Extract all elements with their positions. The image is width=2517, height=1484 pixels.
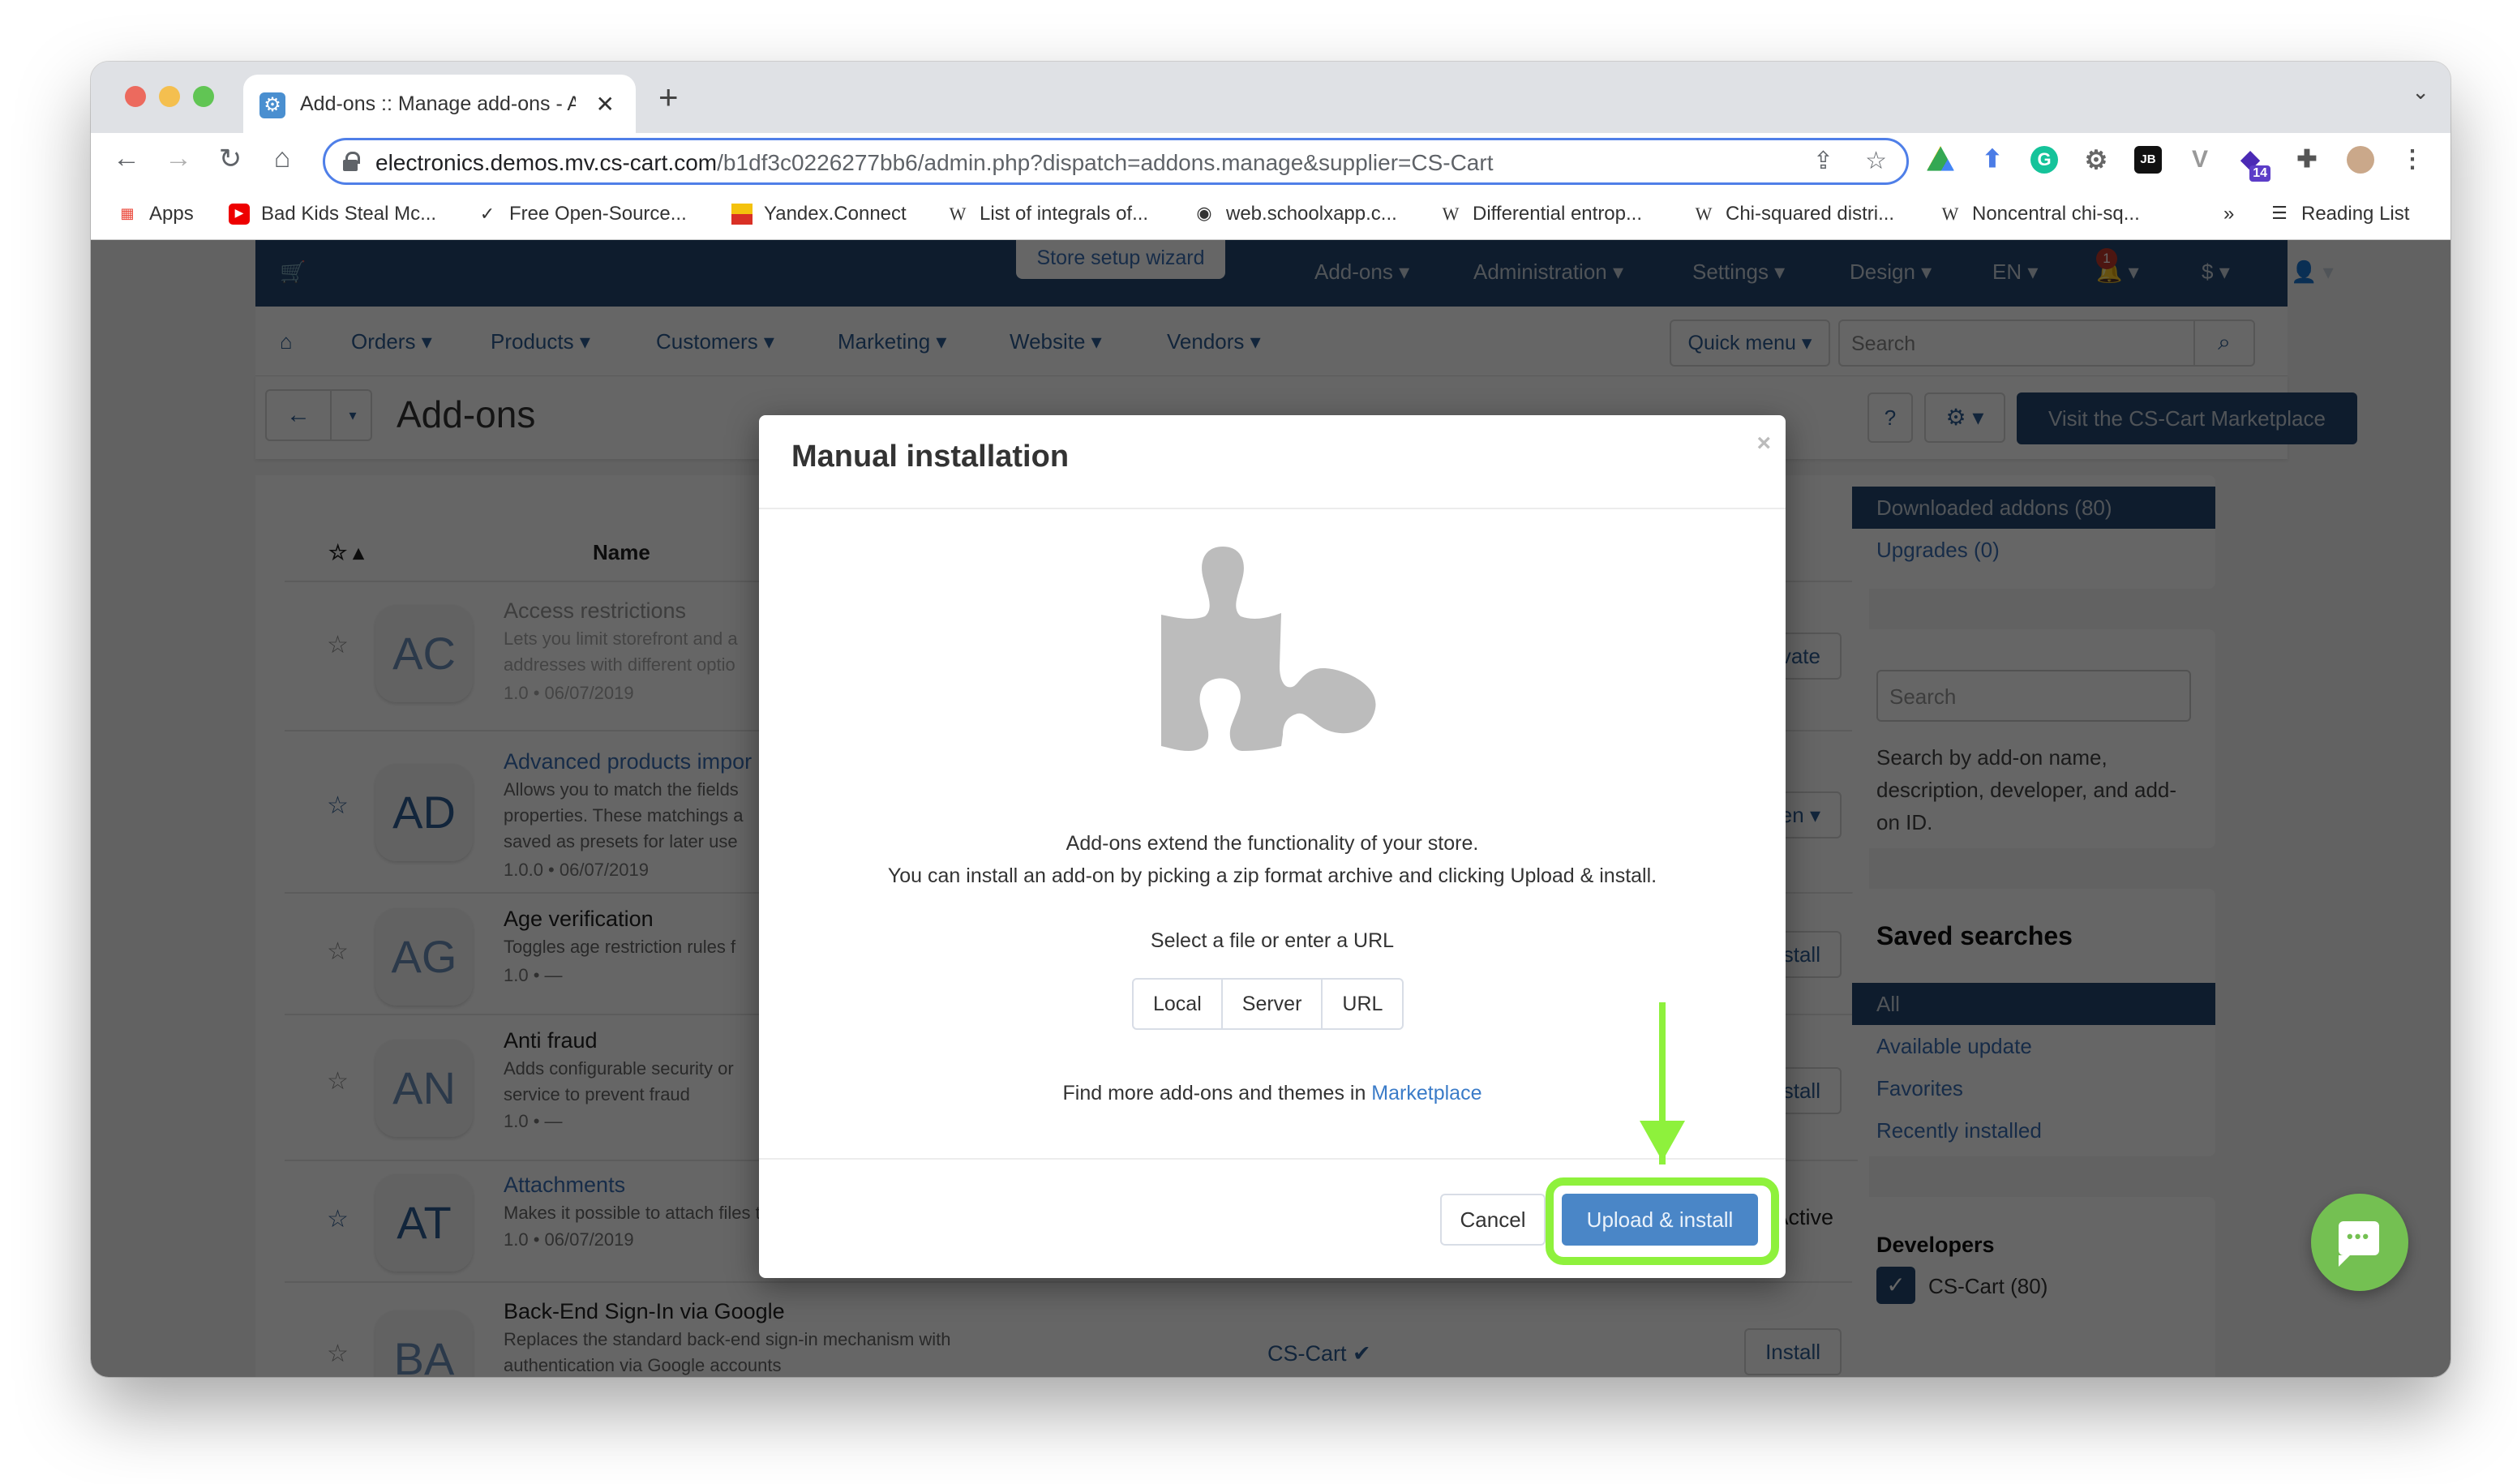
extensions-puzzle-icon[interactable]: ✚ bbox=[2293, 146, 2321, 174]
google-drive-icon[interactable] bbox=[1927, 146, 1954, 171]
puzzle-piece-icon bbox=[1161, 547, 1376, 751]
grammarly-icon[interactable]: G bbox=[2030, 146, 2058, 174]
bookmark-label: Apps bbox=[149, 203, 194, 225]
source-selector: Local Server URL bbox=[1132, 978, 1404, 1030]
tab-title: Add-ons :: Manage add-ons - A bbox=[300, 92, 576, 115]
bookmark-label: Free Open-Source... bbox=[509, 203, 687, 225]
find-more-label: Find more add-ons and themes in bbox=[1062, 1082, 1372, 1104]
jetbrains-icon[interactable]: JB bbox=[2134, 146, 2162, 174]
url-text[interactable]: electronics.demos.mv.cs-cart.com/b1df3c0… bbox=[375, 150, 1494, 176]
bookmark-label: web.schoolxapp.c... bbox=[1226, 203, 1397, 225]
reload-icon[interactable]: ↻ bbox=[212, 143, 248, 175]
bookmark-label: Differential entrop... bbox=[1473, 203, 1643, 225]
annotation-arrow-down-icon bbox=[1640, 1121, 1685, 1161]
dialog-footer-divider bbox=[759, 1158, 1786, 1160]
youtube-icon: ▶ bbox=[229, 204, 250, 225]
close-window-button[interactable] bbox=[125, 86, 146, 107]
address-bar[interactable]: electronics.demos.mv.cs-cart.com/b1df3c0… bbox=[323, 138, 1909, 185]
reading-list-icon: ☰ bbox=[2271, 204, 2288, 224]
chat-button[interactable]: ••• bbox=[2311, 1194, 2408, 1291]
chat-dots-icon: ••• bbox=[2347, 1226, 2371, 1246]
lock-icon bbox=[343, 152, 360, 171]
bookmarks-overflow-button[interactable]: » bbox=[2223, 203, 2234, 225]
bookmark-label: Yandex.Connect bbox=[764, 203, 907, 225]
dialog-divider bbox=[759, 508, 1786, 509]
apps-grid-icon: ▦ bbox=[120, 205, 135, 222]
browser-window: ⚙ Add-ons :: Manage add-ons - A ✕ + ⌄ ← … bbox=[91, 62, 2451, 1377]
cancel-button[interactable]: Cancel bbox=[1440, 1194, 1546, 1246]
bookmark-item[interactable]: W Differential entrop... bbox=[1440, 203, 1642, 225]
wikipedia-icon: W bbox=[949, 204, 967, 224]
close-tab-icon[interactable]: ✕ bbox=[596, 91, 615, 118]
wikipedia-icon: W bbox=[1442, 204, 1460, 224]
extension-arrow-icon[interactable]: ⬆ bbox=[1979, 146, 2006, 174]
yandex-icon bbox=[731, 204, 753, 225]
browser-tab[interactable]: ⚙ Add-ons :: Manage add-ons - A ✕ bbox=[243, 75, 636, 133]
upload-install-button[interactable]: Upload & install bbox=[1562, 1194, 1758, 1246]
bookmark-item[interactable]: Yandex.Connect bbox=[731, 203, 907, 225]
bookmark-item[interactable]: W List of integrals of... bbox=[947, 203, 1149, 225]
bookmark-item[interactable]: ✓ Free Open-Source... bbox=[477, 203, 687, 225]
extension-badge: 14 bbox=[2249, 165, 2270, 182]
gear-favicon-icon: ⚙ bbox=[259, 92, 285, 118]
browser-toolbar: ← → ↻ ⌂ electronics.demos.mv.cs-cart.com… bbox=[91, 133, 2451, 190]
bookmarks-bar: ▦ Apps ▶ Bad Kids Steal Mc... ✓ Free Open-S… bbox=[91, 190, 2451, 240]
minimize-window-button[interactable] bbox=[159, 86, 180, 107]
maximize-window-button[interactable] bbox=[193, 86, 214, 107]
dialog-description-1: Add-ons extend the functionality of your… bbox=[1066, 832, 1479, 855]
bookmark-star-icon[interactable]: ☆ bbox=[1865, 147, 1887, 175]
overflow-chevrons-icon: » bbox=[2223, 203, 2235, 225]
profile-avatar[interactable] bbox=[2347, 146, 2374, 174]
dialog-title: Manual installation bbox=[791, 440, 1070, 474]
tab-search-chevron-icon[interactable]: ⌄ bbox=[2412, 79, 2429, 105]
bookmark-item[interactable]: ▶ Bad Kids Steal Mc... bbox=[229, 203, 436, 225]
bookmark-label: Bad Kids Steal Mc... bbox=[261, 203, 437, 225]
tab-strip: ⚙ Add-ons :: Manage add-ons - A ✕ + ⌄ bbox=[91, 62, 2451, 133]
forward-arrow-icon[interactable]: → bbox=[161, 143, 196, 174]
bookmark-label: Noncentral chi-sq... bbox=[1972, 203, 2140, 225]
reading-list-button[interactable]: ☰ Reading List bbox=[2269, 203, 2409, 225]
dialog-description-2: You can install an add-on by picking a z… bbox=[887, 864, 1657, 887]
admin-page: 🛒 Store setup wizard Add-ons ▾ Administr… bbox=[91, 240, 2451, 1377]
bookmark-item[interactable]: ◉ web.schoolxapp.c... bbox=[1194, 203, 1397, 225]
source-url-button[interactable]: URL bbox=[1323, 980, 1402, 1028]
vue-devtools-icon[interactable]: V bbox=[2186, 146, 2214, 174]
checkmark-q-icon: ✓ bbox=[479, 204, 495, 224]
source-server-button[interactable]: Server bbox=[1223, 980, 1323, 1028]
bookmark-item[interactable]: W Chi-squared distri... bbox=[1693, 203, 1894, 225]
share-icon[interactable]: ⇪ bbox=[1813, 147, 1833, 175]
reading-list-label: Reading List bbox=[2301, 203, 2410, 225]
wikipedia-icon: W bbox=[1941, 204, 1959, 224]
home-icon[interactable]: ⌂ bbox=[264, 143, 300, 174]
marketplace-link[interactable]: Marketplace bbox=[1371, 1082, 1481, 1104]
new-tab-button[interactable]: + bbox=[658, 78, 679, 117]
select-source-label: Select a file or enter a URL bbox=[1150, 929, 1395, 952]
bookmark-label: Chi-squared distri... bbox=[1726, 203, 1895, 225]
gear-extension-icon[interactable]: ⚙ bbox=[2082, 146, 2110, 174]
manual-installation-dialog: Manual installation × Add-ons extend the… bbox=[759, 415, 1786, 1278]
find-more-text: Find more add-ons and themes in Marketpl… bbox=[759, 1082, 1786, 1105]
browser-menu-icon[interactable]: ⋮ bbox=[2399, 146, 2426, 174]
url-host: electronics.demos.mv.cs-cart.com bbox=[375, 150, 718, 175]
bookmark-item[interactable]: W Noncentral chi-sq... bbox=[1940, 203, 2140, 225]
bookmark-label: List of integrals of... bbox=[980, 203, 1149, 225]
globe-icon: ◉ bbox=[1196, 204, 1212, 224]
back-arrow-icon[interactable]: ← bbox=[109, 143, 144, 174]
wikipedia-icon: W bbox=[1695, 204, 1713, 224]
bookmark-apps[interactable]: ▦ Apps bbox=[117, 203, 194, 225]
close-icon[interactable]: × bbox=[1756, 430, 1771, 457]
url-path: /b1df3c0226277bb6/admin.php?dispatch=add… bbox=[717, 150, 1494, 175]
source-local-button[interactable]: Local bbox=[1134, 980, 1223, 1028]
stack-extension-icon[interactable]: ◆ 14 bbox=[2236, 146, 2270, 182]
